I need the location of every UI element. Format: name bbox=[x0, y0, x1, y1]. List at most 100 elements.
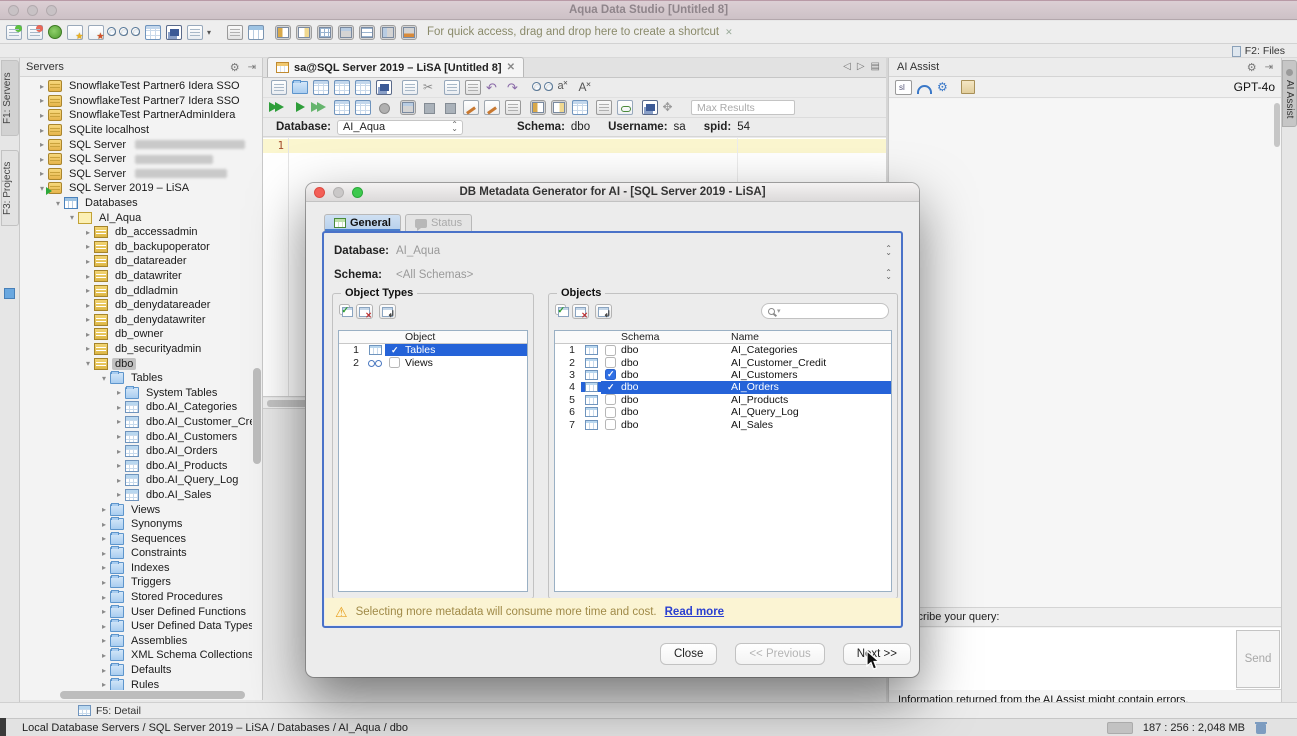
select-block-icon[interactable] bbox=[402, 80, 418, 95]
query-analyzer-icon[interactable] bbox=[88, 25, 104, 40]
tree-item[interactable]: db_ddladmin bbox=[20, 283, 252, 298]
layout-keyvalue-toggle[interactable] bbox=[338, 25, 354, 40]
chevron-right-icon[interactable] bbox=[36, 155, 48, 164]
chevron-right-icon[interactable] bbox=[36, 111, 48, 120]
execute-edit-icon[interactable] bbox=[313, 100, 329, 115]
uncheck-all-icon[interactable] bbox=[572, 304, 589, 319]
editor-tab[interactable]: sa@SQL Server 2019 – LiSA [Untitled 8] bbox=[267, 57, 524, 77]
chevron-right-icon[interactable] bbox=[113, 388, 125, 397]
results-pane-icon[interactable] bbox=[572, 100, 588, 115]
tree-item[interactable]: Tables bbox=[20, 371, 252, 386]
files-dock-tab[interactable]: F2: Files bbox=[1232, 45, 1285, 57]
layout-right-toggle[interactable] bbox=[296, 25, 312, 40]
gear-icon[interactable] bbox=[1247, 61, 1257, 74]
chevron-right-icon[interactable] bbox=[113, 476, 125, 485]
tree-vertical-scrollbar[interactable] bbox=[253, 368, 261, 464]
tab-scroll-right-icon[interactable]: ▷ bbox=[857, 61, 865, 72]
gauge-icon[interactable] bbox=[917, 85, 932, 94]
layout-left-toggle[interactable] bbox=[275, 25, 291, 40]
chevron-right-icon[interactable] bbox=[82, 315, 94, 324]
tree-item[interactable]: Sequences bbox=[20, 531, 252, 546]
tree-item[interactable]: dbo.AI_Products bbox=[20, 458, 252, 473]
grid-find-icon[interactable] bbox=[121, 29, 128, 36]
tab-list-icon[interactable]: ▤ bbox=[871, 61, 880, 72]
undo-icon[interactable]: ↶ bbox=[486, 80, 502, 95]
tree-item[interactable]: Synonyms bbox=[20, 517, 252, 532]
collapse-panel-icon[interactable] bbox=[248, 62, 256, 73]
split-left-toggle[interactable] bbox=[530, 100, 546, 115]
object-row[interactable]: 3 dbo AI_Customers bbox=[555, 369, 891, 381]
save-as-icon[interactable] bbox=[334, 80, 350, 95]
save-icon[interactable] bbox=[313, 80, 329, 95]
chevron-right-icon[interactable] bbox=[98, 651, 110, 660]
pin2-icon[interactable] bbox=[442, 100, 458, 115]
tree-item[interactable]: SQL Server bbox=[20, 152, 252, 167]
pin-icon[interactable] bbox=[421, 100, 437, 115]
append-icon[interactable] bbox=[505, 100, 521, 115]
tree-item[interactable]: db_accessadmin bbox=[20, 225, 252, 240]
split-right-toggle[interactable] bbox=[551, 100, 567, 115]
execute-icon[interactable] bbox=[271, 100, 287, 115]
checkbox-checked[interactable] bbox=[389, 345, 400, 356]
format-script-icon[interactable] bbox=[484, 100, 500, 115]
tree-item[interactable]: db_denydatawriter bbox=[20, 313, 252, 328]
object-type-row[interactable]: 1 Tables bbox=[339, 344, 527, 356]
tree-item[interactable]: db_denydatareader bbox=[20, 298, 252, 313]
document-dropdown-icon[interactable] bbox=[207, 28, 215, 37]
tree-item[interactable]: Constraints bbox=[20, 546, 252, 561]
tree-item[interactable]: User Defined Functions bbox=[20, 604, 252, 619]
checkbox-unchecked[interactable] bbox=[605, 394, 616, 405]
tree-item[interactable]: Defaults bbox=[20, 663, 252, 678]
object-row[interactable]: 1 dbo AI_Categories bbox=[555, 344, 891, 356]
chevron-right-icon[interactable] bbox=[36, 126, 48, 135]
copy-icon[interactable] bbox=[444, 80, 460, 95]
tab-general[interactable]: General bbox=[324, 214, 401, 231]
tree-item-selected[interactable]: dbo bbox=[20, 356, 252, 371]
new-query-icon[interactable] bbox=[67, 25, 83, 40]
grid-view-icon[interactable] bbox=[133, 29, 140, 36]
tree-item[interactable]: User Defined Data Types bbox=[20, 619, 252, 634]
stop-icon[interactable] bbox=[376, 100, 392, 115]
tree-item[interactable]: Triggers bbox=[20, 575, 252, 590]
chevron-right-icon[interactable] bbox=[82, 242, 94, 251]
trash-icon[interactable] bbox=[1255, 721, 1267, 734]
chevron-right-icon[interactable] bbox=[82, 272, 94, 281]
checkbox-unchecked[interactable] bbox=[605, 419, 616, 430]
gear-icon[interactable] bbox=[230, 61, 240, 74]
tab-scroll-left-icon[interactable]: ◁ bbox=[843, 61, 851, 72]
checkbox-unchecked[interactable] bbox=[605, 407, 616, 418]
find-replace-icon[interactable] bbox=[546, 84, 553, 91]
describe-icon[interactable] bbox=[596, 100, 612, 115]
status-scroll-thumb[interactable] bbox=[1107, 722, 1133, 734]
uncheck-all-icon[interactable] bbox=[356, 304, 373, 319]
lowercase-icon[interactable]: a˟ bbox=[558, 80, 574, 95]
detail-bar[interactable]: F5: Detail bbox=[0, 702, 1297, 718]
checkbox-unchecked[interactable] bbox=[389, 357, 400, 368]
edit-mode-toggle[interactable] bbox=[400, 100, 416, 115]
layout-compare-toggle[interactable] bbox=[380, 25, 396, 40]
sidebar-tab-servers[interactable]: F1: Servers bbox=[1, 60, 19, 136]
invert-selection-icon[interactable] bbox=[595, 304, 612, 319]
chevron-right-icon[interactable] bbox=[98, 622, 110, 631]
object-row[interactable]: 6 dbo AI_Query_Log bbox=[555, 406, 891, 418]
chevron-right-icon[interactable] bbox=[82, 301, 94, 310]
settings-gear-icon[interactable] bbox=[937, 80, 948, 94]
tree-item[interactable]: dbo.AI_Orders bbox=[20, 444, 252, 459]
check-all-icon[interactable] bbox=[555, 304, 566, 315]
register-server-icon[interactable] bbox=[6, 25, 22, 40]
print-icon[interactable] bbox=[376, 80, 392, 95]
tree-item[interactable]: dbo.AI_Query_Log bbox=[20, 473, 252, 488]
chevron-right-icon[interactable] bbox=[98, 680, 110, 689]
tree-item[interactable]: Views bbox=[20, 502, 252, 517]
objects-search-input[interactable] bbox=[761, 303, 889, 319]
chevron-right-icon[interactable] bbox=[98, 666, 110, 675]
table-data-icon[interactable] bbox=[248, 25, 264, 40]
tree-item[interactable]: db_owner bbox=[20, 327, 252, 342]
collapse-panel-icon[interactable] bbox=[1265, 62, 1273, 73]
chevron-right-icon[interactable] bbox=[36, 140, 48, 149]
chevron-right-icon[interactable] bbox=[113, 461, 125, 470]
chevron-down-icon[interactable] bbox=[98, 374, 110, 383]
new-document-icon[interactable] bbox=[187, 25, 203, 40]
uppercase-icon[interactable]: A˟ bbox=[579, 80, 595, 95]
tree-item[interactable]: dbo.AI_Categories bbox=[20, 400, 252, 415]
